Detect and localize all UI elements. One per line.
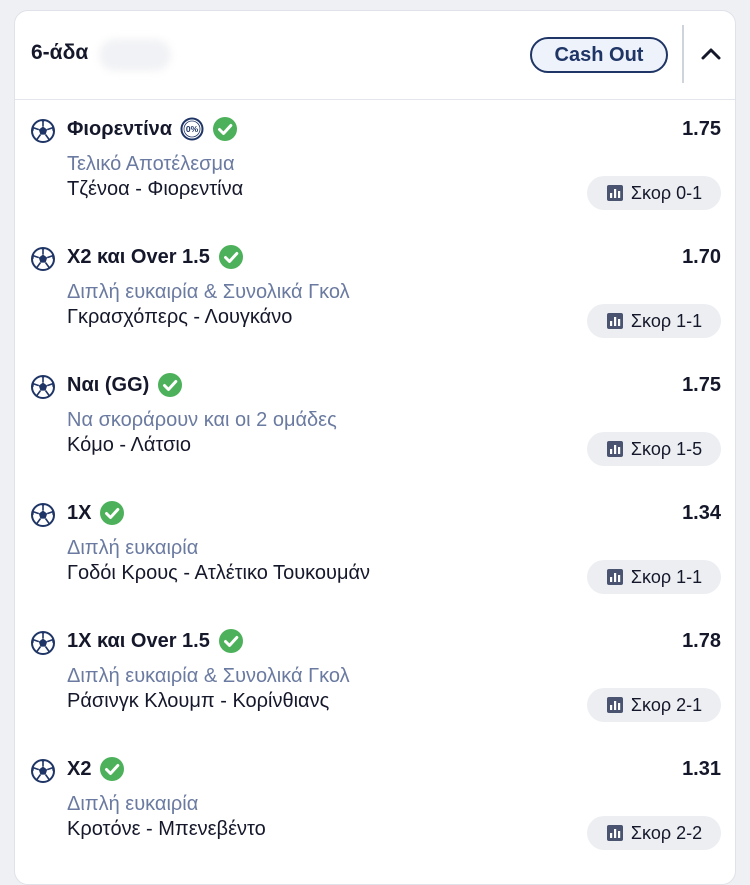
stats-chart-icon (606, 440, 624, 458)
check-circle-icon (212, 116, 238, 142)
stats-chart-icon (606, 696, 624, 714)
odds-value: 1.75 (682, 118, 721, 140)
odds-value: 1.70 (682, 246, 721, 268)
check-circle-icon (99, 500, 125, 526)
redacted-bet-name (99, 39, 171, 71)
score-label: Σκορ 1-5 (630, 438, 703, 459)
selection-row: 1Χ και Over 1.5 1.78 Διπλή ευκαιρία & Συνο… (15, 611, 735, 739)
selection-pick: Ναι (GG) (67, 372, 183, 398)
market-name: Διπλή ευκαιρία & Συνολικά Γκολ (67, 281, 350, 303)
score-chip[interactable]: Σκορ 1-1 (587, 304, 721, 338)
pick-label: 1Χ και Over 1.5 (67, 629, 210, 652)
market-name: Να σκοράρουν και οι 2 ομάδες (67, 409, 337, 431)
selection-row: Φιορεντίνα 0% 1.75 Τελικό Αποτέλεσμα Τζένοα … (15, 99, 735, 227)
score-chip[interactable]: Σκορ 1-1 (587, 560, 721, 594)
odds-value: 1.75 (682, 374, 721, 396)
score-label: Σκορ 2-2 (630, 822, 703, 843)
check-circle-icon (99, 756, 125, 782)
check-circle-icon (157, 372, 183, 398)
football-icon (31, 759, 55, 783)
match-name: Γκρασχόπερς - Λουγκάνο (67, 306, 293, 328)
check-circle-icon (218, 628, 244, 654)
score-chip[interactable]: Σκορ 2-2 (587, 816, 721, 850)
match-name: Γοδόι Κρους - Ατλέτικο Τουκουμάν (67, 562, 371, 584)
score-chip[interactable]: Σκορ 0-1 (587, 176, 721, 210)
stats-chart-icon (606, 568, 624, 586)
bet-slip-card: 6-άδα Cash Out Φιορεντίνα 0% 1.75 Τελικό Απ… (14, 10, 736, 885)
zero-margin-badge-icon: 0% (180, 117, 204, 141)
bet-header: 6-άδα Cash Out (15, 11, 735, 100)
selection-pick: Χ2 και Over 1.5 (67, 244, 244, 270)
market-name: Διπλή ευκαιρία (67, 793, 199, 815)
selection-pick: 1Χ και Over 1.5 (67, 628, 244, 654)
market-name: Διπλή ευκαιρία (67, 537, 199, 559)
score-label: Σκορ 2-1 (630, 694, 703, 715)
stats-chart-icon (606, 312, 624, 330)
selection-row: Ναι (GG) 1.75 Να σκοράρουν και οι 2 ομάδες… (15, 355, 735, 483)
selection-row: Χ2 1.31 Διπλή ευκαιρία Κροτόνε - Μπενεβέντο… (15, 739, 735, 867)
pick-label: Ναι (GG) (67, 373, 150, 396)
football-icon (31, 119, 55, 143)
market-name: Διπλή ευκαιρία & Συνολικά Γκολ (67, 665, 350, 687)
pick-label: Φιορεντίνα (67, 117, 173, 140)
market-name: Τελικό Αποτέλεσμα (67, 153, 235, 175)
selection-row: 1Χ 1.34 Διπλή ευκαιρία Γοδόι Κρους - Ατλέτι… (15, 483, 735, 611)
selection-row: Χ2 και Over 1.5 1.70 Διπλή ευκαιρία & Συνο… (15, 227, 735, 355)
match-name: Τζένοα - Φιορεντίνα (67, 178, 244, 200)
chevron-up-icon[interactable] (696, 39, 726, 69)
odds-value: 1.78 (682, 630, 721, 652)
score-label: Σκορ 0-1 (630, 182, 703, 203)
stats-chart-icon (606, 184, 624, 202)
pick-label: Χ2 (67, 757, 92, 780)
header-divider (682, 25, 684, 83)
odds-value: 1.34 (682, 502, 721, 524)
football-icon (31, 375, 55, 399)
pick-label: Χ2 και Over 1.5 (67, 245, 210, 268)
football-icon (31, 247, 55, 271)
selection-pick: Χ2 (67, 756, 125, 782)
stats-chart-icon (606, 824, 624, 842)
svg-text:0%: 0% (186, 124, 199, 134)
score-label: Σκορ 1-1 (630, 310, 703, 331)
match-name: Κόμο - Λάτσιο (67, 434, 191, 456)
check-circle-icon (218, 244, 244, 270)
selection-pick: Φιορεντίνα 0% (67, 116, 238, 142)
selection-pick: 1Χ (67, 500, 125, 526)
match-name: Κροτόνε - Μπενεβέντο (67, 818, 266, 840)
football-icon (31, 503, 55, 527)
score-chip[interactable]: Σκορ 2-1 (587, 688, 721, 722)
bet-type-title: 6-άδα (31, 41, 89, 64)
cash-out-button[interactable]: Cash Out (530, 37, 668, 73)
pick-label: 1Χ (67, 501, 92, 524)
score-chip[interactable]: Σκορ 1-5 (587, 432, 721, 466)
match-name: Ράσινγκ Κλουμπ - Κορίνθιανς (67, 690, 330, 712)
score-label: Σκορ 1-1 (630, 566, 703, 587)
football-icon (31, 631, 55, 655)
odds-value: 1.31 (682, 758, 721, 780)
